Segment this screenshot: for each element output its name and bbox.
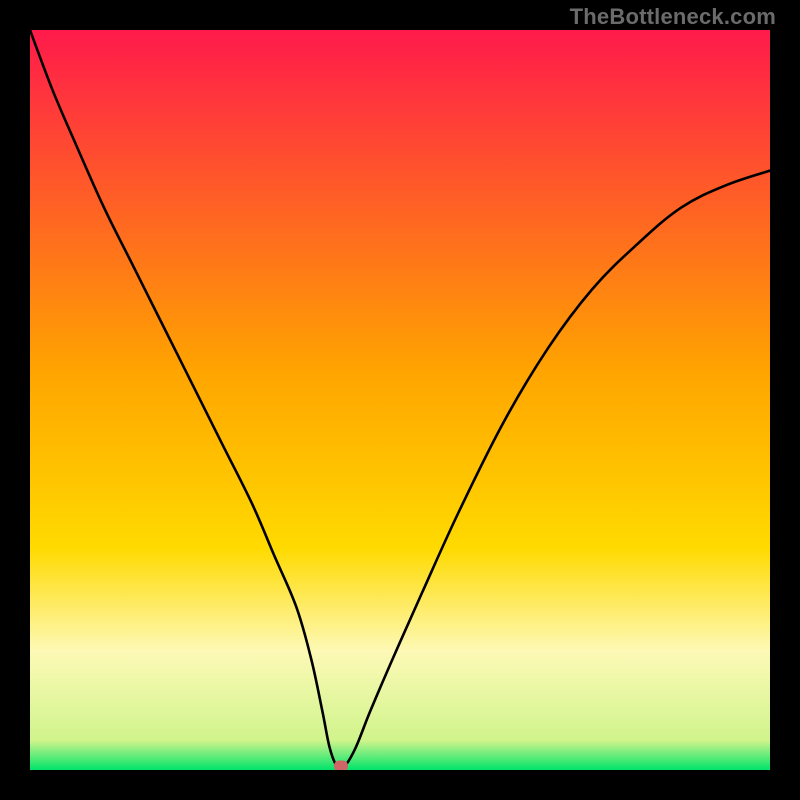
sweet-spot-marker (334, 761, 348, 770)
chart-frame: TheBottleneck.com (0, 0, 800, 800)
plot-area (30, 30, 770, 770)
gradient-background (30, 30, 770, 770)
watermark-text: TheBottleneck.com (570, 4, 776, 30)
